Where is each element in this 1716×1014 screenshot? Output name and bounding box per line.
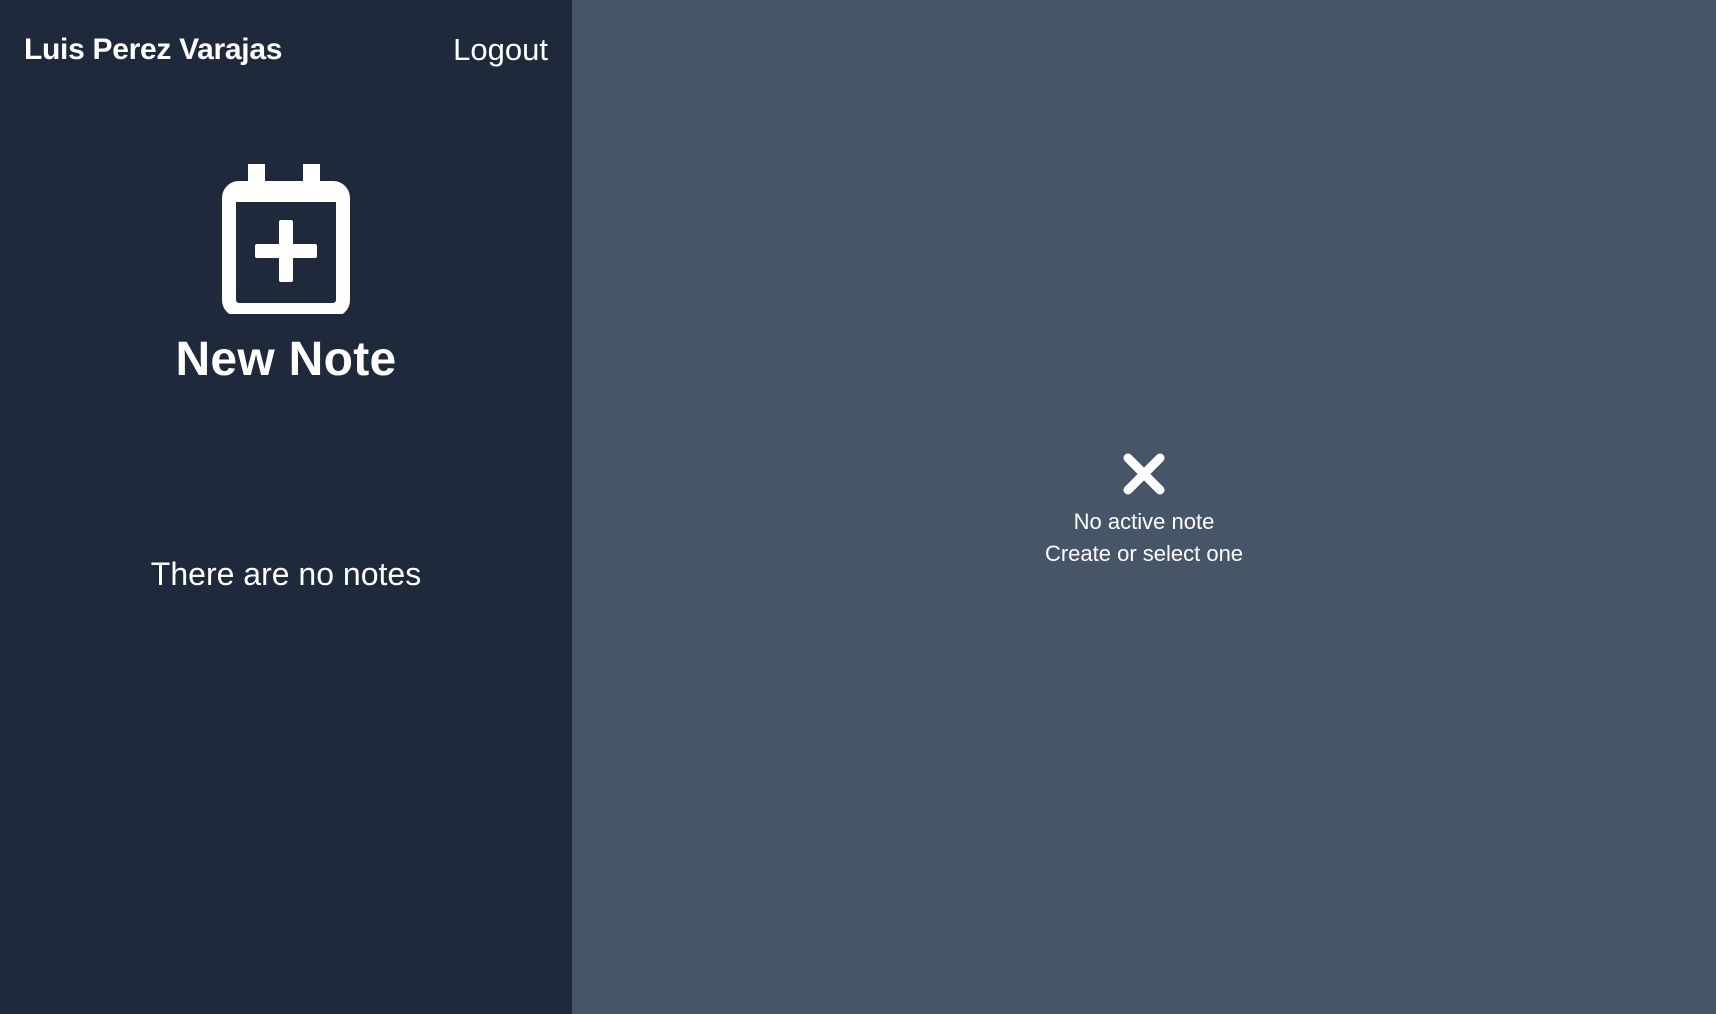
empty-state-subtitle: Create or select one — [1044, 541, 1244, 566]
empty-notes-message: There are no notes — [150, 556, 422, 592]
sidebar-header: Luis Perez Varajas Logout — [0, 0, 572, 100]
empty-state: No active note Create or select one — [572, 452, 1716, 570]
app: Luis Perez Varajas Logout New Note There… — [0, 0, 1716, 1014]
close-icon — [1123, 453, 1165, 495]
new-note-button[interactable]: New Note — [0, 164, 572, 387]
new-note-label: New Note — [175, 333, 397, 386]
sidebar: Luis Perez Varajas Logout New Note There… — [0, 0, 572, 1014]
main-panel: No active note Create or select one — [572, 0, 1716, 1014]
calendar-plus-icon — [222, 164, 350, 314]
logout-button[interactable]: Logout — [453, 32, 548, 68]
user-name: Luis Perez Varajas — [24, 33, 283, 66]
empty-state-title: No active note — [1073, 509, 1215, 534]
